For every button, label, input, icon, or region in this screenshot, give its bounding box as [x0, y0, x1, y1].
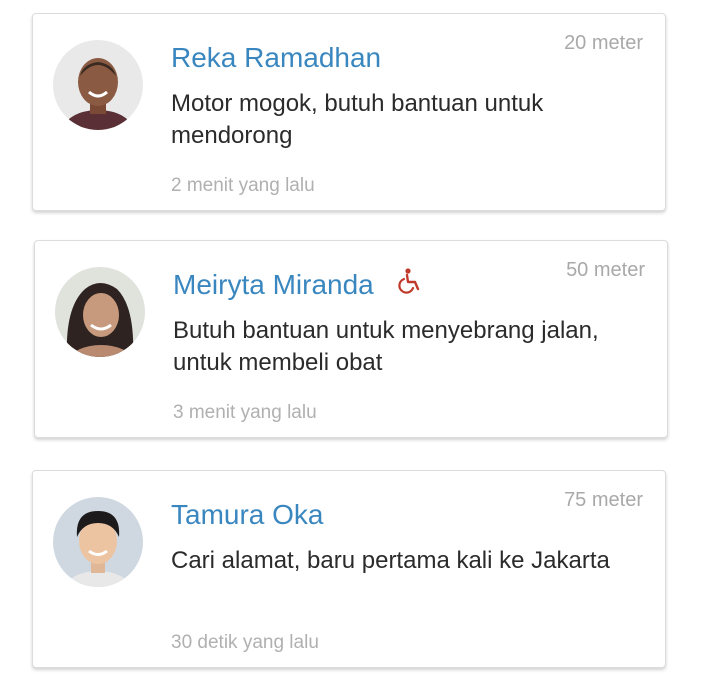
avatar: [55, 267, 145, 357]
timestamp: 2 menit yang lalu: [171, 175, 315, 196]
request-card[interactable]: Meiryta Miranda 50 meter Butuh bantuan u…: [34, 240, 668, 438]
avatar: [53, 40, 143, 130]
request-message: Motor mogok, butuh bantuan untuk mendoro…: [171, 90, 544, 149]
avatar: [53, 497, 143, 587]
timestamp: 30 detik yang lalu: [171, 632, 319, 653]
distance-label: 75 meter: [564, 489, 643, 511]
timestamp: 3 menit yang lalu: [173, 402, 317, 423]
request-message: Butuh bantuan untuk menyebrang jalan, un…: [173, 317, 599, 376]
requester-name[interactable]: Tamura Oka: [171, 497, 324, 533]
request-card[interactable]: Reka Ramadhan 20 meter Motor mogok, butu…: [32, 13, 666, 211]
requester-name-text: Meiryta Miranda: [173, 269, 374, 300]
distance-label: 50 meter: [566, 259, 645, 281]
requester-name[interactable]: Meiryta Miranda: [173, 267, 422, 303]
wheelchair-icon: [397, 267, 422, 303]
requester-name[interactable]: Reka Ramadhan: [171, 40, 381, 76]
request-card[interactable]: Tamura Oka 75 meter Cari alamat, baru pe…: [32, 470, 666, 668]
request-message: Cari alamat, baru pertama kali ke Jakart…: [171, 547, 610, 574]
distance-label: 20 meter: [564, 32, 643, 54]
